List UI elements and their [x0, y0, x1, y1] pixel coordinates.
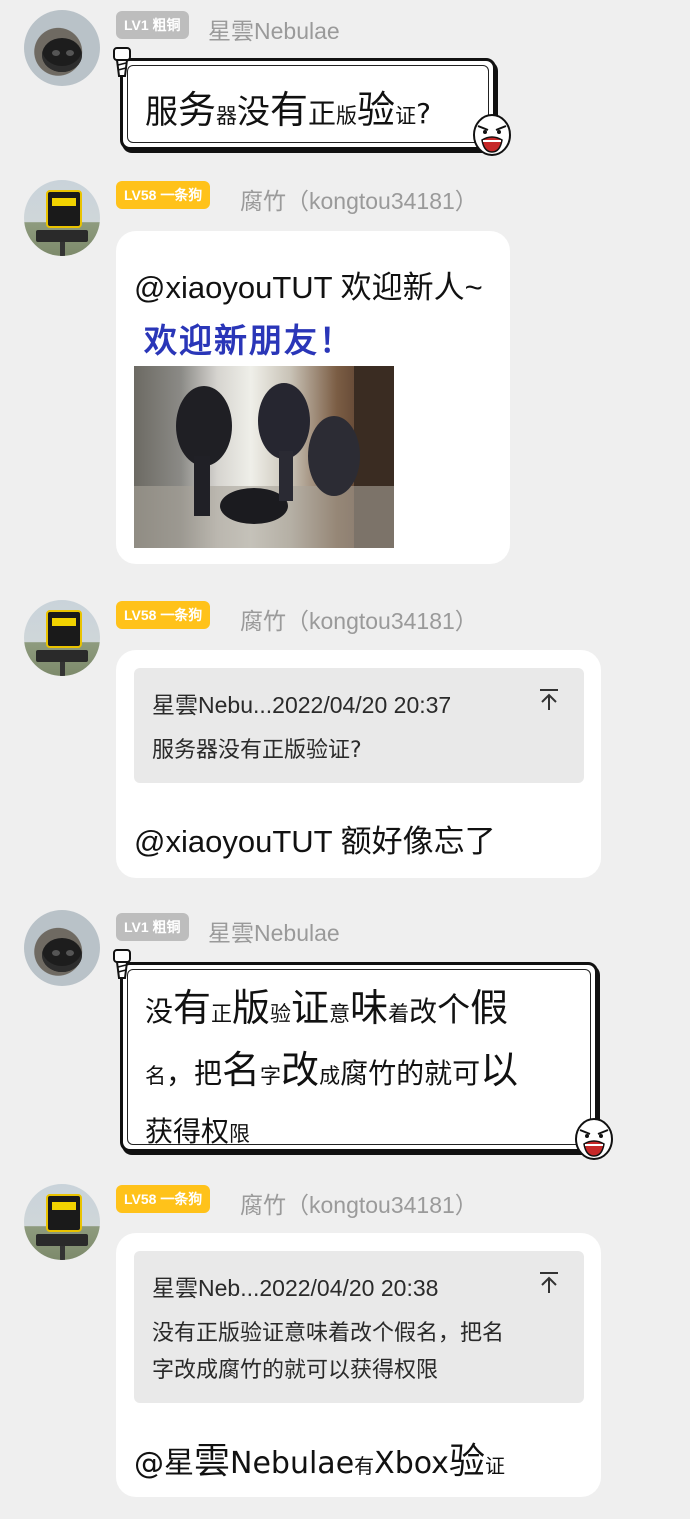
- quote-body: 服务器没有正版验证?: [152, 738, 362, 763]
- avatar[interactable]: [24, 180, 100, 256]
- quote-header: 星雲Nebu...2022/04/20 20:37: [152, 692, 452, 718]
- screw-icon: [113, 949, 131, 979]
- message-1: LV1 粗铜 星雲Nebulae 服务器没有正版验证?: [0, 0, 690, 170]
- rage-bubble[interactable]: 没有正版验证意味着改个假 名，把名字改成腐竹的就可以 获得权限: [120, 962, 598, 1152]
- rage-text: 没有正版验证意味着改个假 名，把名字改成腐竹的就可以 获得权限: [145, 986, 519, 1148]
- message-text: @xiaoyouTUT 欢迎新人~: [134, 270, 483, 305]
- avatar[interactable]: [24, 1184, 100, 1260]
- image-caption: 欢迎新朋友！: [144, 321, 354, 360]
- username[interactable]: 腐竹（kongtou34181）: [240, 1186, 478, 1220]
- image-scene: [134, 366, 394, 548]
- quoted-message[interactable]: 星雲Neb...2022/04/20 20:38 没有正版验证意味着改个假名，把…: [134, 1251, 584, 1403]
- avatar[interactable]: [24, 10, 100, 86]
- quote-header: 星雲Neb...2022/04/20 20:38: [152, 1275, 439, 1301]
- username[interactable]: 星雲Nebulae: [208, 12, 340, 46]
- level-badge: LV58 一条狗: [116, 1185, 211, 1213]
- rage-text: 服务器没有正版验证?: [145, 88, 431, 132]
- message-text: @星雲Nebulae有Xbox验证: [134, 1441, 505, 1482]
- rage-face-icon: [473, 114, 511, 156]
- level-badge: LV1 粗铜: [116, 11, 189, 39]
- arrow-to-top-icon[interactable]: [538, 1271, 560, 1295]
- username[interactable]: 腐竹（kongtou34181）: [240, 602, 478, 636]
- quoted-message[interactable]: 星雲Nebu...2022/04/20 20:37 服务器没有正版验证?: [134, 668, 584, 783]
- quote-body-line-2: 字改成腐竹的就可以获得权限: [152, 1358, 439, 1383]
- rage-face-icon: [575, 1118, 613, 1160]
- level-badge: LV58 一条狗: [116, 181, 211, 209]
- avatar[interactable]: [24, 600, 100, 676]
- rage-bubble[interactable]: 服务器没有正版验证?: [120, 58, 496, 150]
- attached-image[interactable]: [134, 366, 394, 548]
- screw-icon: [113, 47, 131, 77]
- level-badge: LV1 粗铜: [116, 913, 189, 941]
- arrow-to-top-icon[interactable]: [538, 688, 560, 712]
- message-text: @xiaoyouTUT 额好像忘了: [134, 824, 496, 859]
- quote-body-line-1: 没有正版验证意味着改个假名，把名: [152, 1321, 505, 1346]
- avatar[interactable]: [24, 910, 100, 986]
- username[interactable]: 腐竹（kongtou34181）: [240, 182, 478, 216]
- username[interactable]: 星雲Nebulae: [208, 914, 340, 948]
- level-badge: LV58 一条狗: [116, 601, 211, 629]
